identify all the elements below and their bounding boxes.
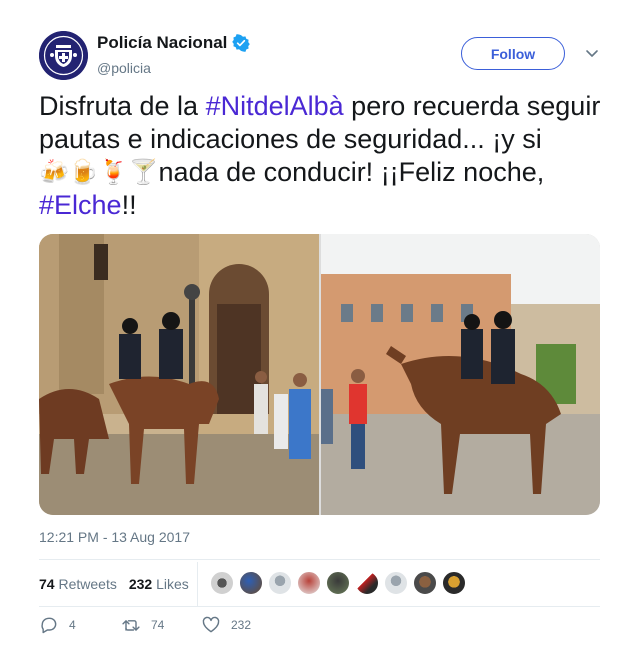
liker-avatar[interactable]: [239, 571, 263, 595]
tweet-timestamp[interactable]: 12:21 PM - 13 Aug 2017: [39, 529, 190, 545]
drinks-emoji: 🍻🍺🍹🍸: [39, 159, 159, 186]
retweets-label: Retweets: [58, 576, 117, 592]
tweet-text-segment: Disfruta de la: [39, 91, 206, 121]
account-handle[interactable]: @policia: [97, 60, 151, 76]
tweet-photos: [39, 234, 600, 515]
reply-count: 4: [69, 618, 76, 632]
hashtag-link[interactable]: #NitdelAlbà: [206, 91, 344, 121]
chevron-down-icon[interactable]: [585, 46, 599, 60]
account-avatar[interactable]: [39, 31, 88, 80]
reply-action[interactable]: 4: [39, 615, 76, 635]
tweet-header: Policía Nacional @policia Follow: [39, 31, 601, 81]
account-name-row: Policía Nacional: [97, 33, 251, 53]
liker-avatars: [210, 571, 471, 595]
liker-avatar[interactable]: [442, 571, 466, 595]
liker-avatar[interactable]: [297, 571, 321, 595]
retweet-action[interactable]: 74: [121, 615, 164, 635]
retweets-stat[interactable]: 74 Retweets: [39, 576, 117, 592]
liker-avatar[interactable]: [355, 571, 379, 595]
liker-avatar[interactable]: [210, 571, 234, 595]
retweets-count: 74: [39, 576, 55, 592]
tweet-text: Disfruta de la #NitdelAlbà pero recuerda…: [39, 90, 604, 222]
stats-vertical-divider: [197, 562, 198, 606]
likes-label: Likes: [156, 576, 189, 592]
account-name[interactable]: Policía Nacional: [97, 33, 227, 53]
verified-badge-icon: [232, 34, 251, 52]
like-action[interactable]: 232: [201, 615, 251, 635]
likes-stat[interactable]: 232 Likes: [129, 576, 189, 592]
hashtag-link[interactable]: #Elche: [39, 190, 122, 220]
liker-avatar[interactable]: [326, 571, 350, 595]
photo-mounted-police-church[interactable]: [39, 234, 319, 515]
tweet-text-segment: nada de conducir! ¡¡Feliz noche,: [158, 157, 545, 187]
follow-button[interactable]: Follow: [461, 37, 565, 70]
tweet-actions: 4 74 232: [39, 615, 600, 641]
likes-count: 232: [128, 576, 153, 592]
liker-avatar[interactable]: [413, 571, 437, 595]
reply-icon: [41, 617, 57, 634]
heart-icon: [202, 616, 220, 633]
stats-divider-bottom: [39, 606, 600, 607]
stats-divider-top: [39, 559, 600, 560]
photo-mounted-police-plaza[interactable]: [321, 234, 600, 515]
liker-avatar[interactable]: [268, 571, 292, 595]
retweet-icon: [122, 620, 140, 631]
like-count: 232: [231, 618, 252, 632]
engagement-stats: 74 Retweets 232 Likes: [39, 562, 600, 606]
tweet-text-segment: !!: [121, 190, 137, 220]
liker-avatar[interactable]: [384, 571, 408, 595]
retweet-count: 74: [151, 618, 165, 632]
police-shield-icon: [39, 31, 88, 80]
